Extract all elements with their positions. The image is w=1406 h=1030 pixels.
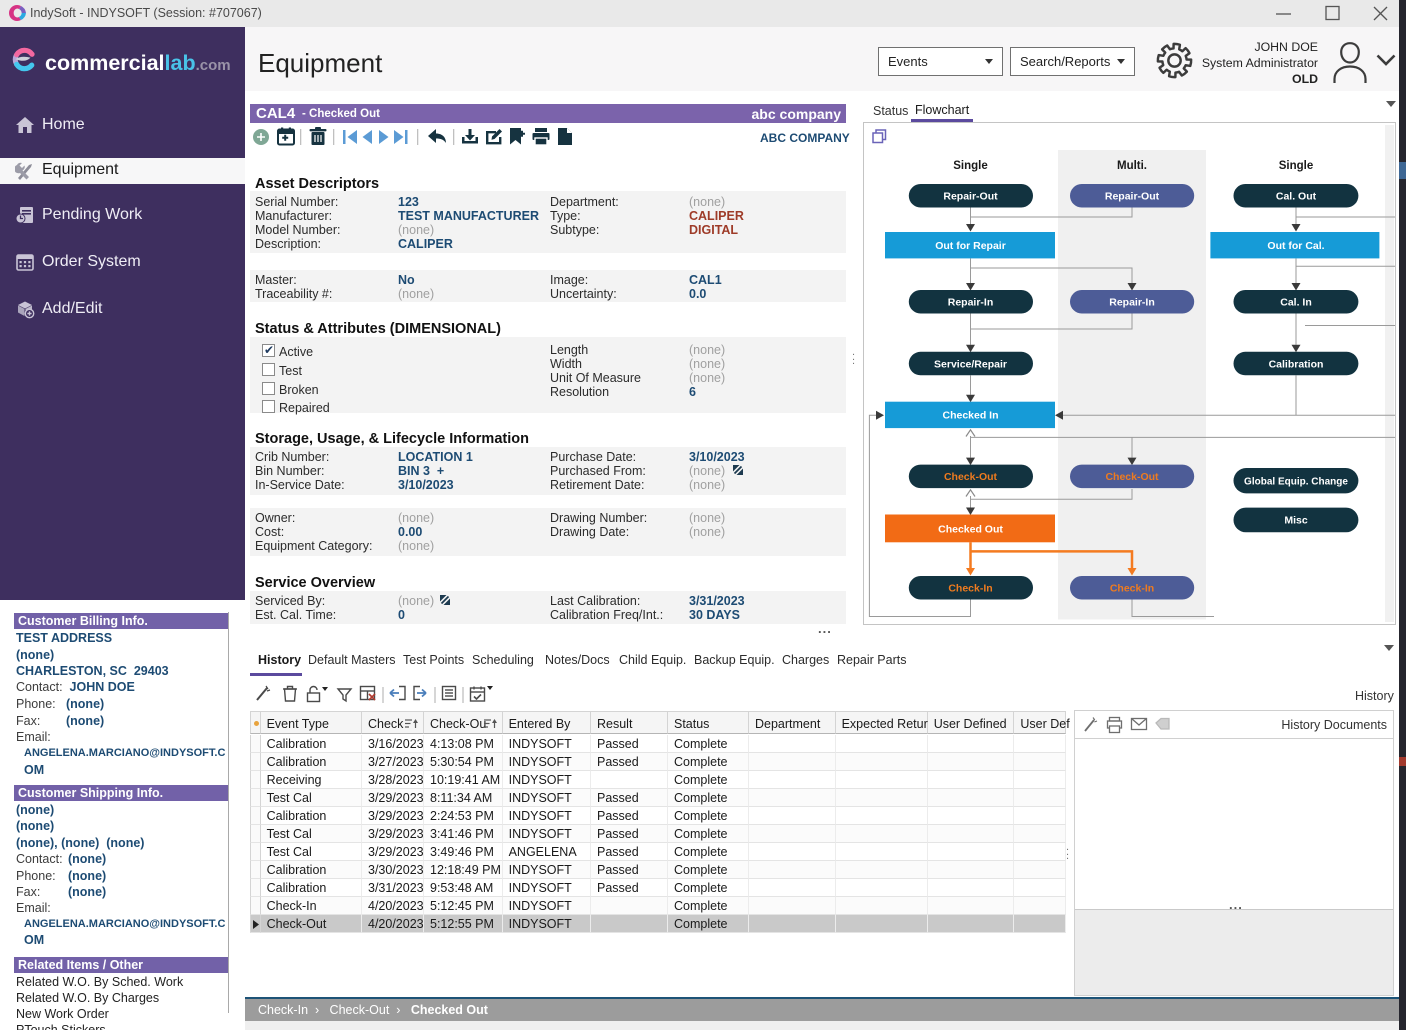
svg-text:Repair-In: Repair-In [1109,297,1155,309]
svg-text:Check-In: Check-In [948,583,992,595]
svg-text:Calibration: Calibration [1269,358,1324,370]
svg-text:Repair-Out: Repair-Out [1105,191,1160,203]
svg-text:Single: Single [1279,160,1314,172]
svg-text:Check-Out: Check-Out [1105,471,1159,483]
svg-text:Out for Cal.: Out for Cal. [1267,240,1324,252]
svg-text:Repair-Out: Repair-Out [943,191,998,203]
svg-text:Checked Out: Checked Out [938,523,1003,535]
svg-text:Out for Repair: Out for Repair [935,240,1006,252]
svg-text:Global Equip. Change: Global Equip. Change [1244,477,1348,488]
svg-text:Misc: Misc [1284,515,1308,527]
svg-text:Repair-In: Repair-In [948,297,994,309]
svg-text:Single: Single [953,160,988,172]
svg-text:Cal. In: Cal. In [1280,297,1312,309]
svg-text:Checked In: Checked In [942,410,998,422]
svg-text:Service/Repair: Service/Repair [934,358,1007,370]
svg-text:Multi.: Multi. [1117,160,1147,172]
svg-text:Check-In: Check-In [1110,583,1154,595]
svg-text:Check-Out: Check-Out [944,471,998,483]
svg-text:Cal. Out: Cal. Out [1276,191,1317,203]
